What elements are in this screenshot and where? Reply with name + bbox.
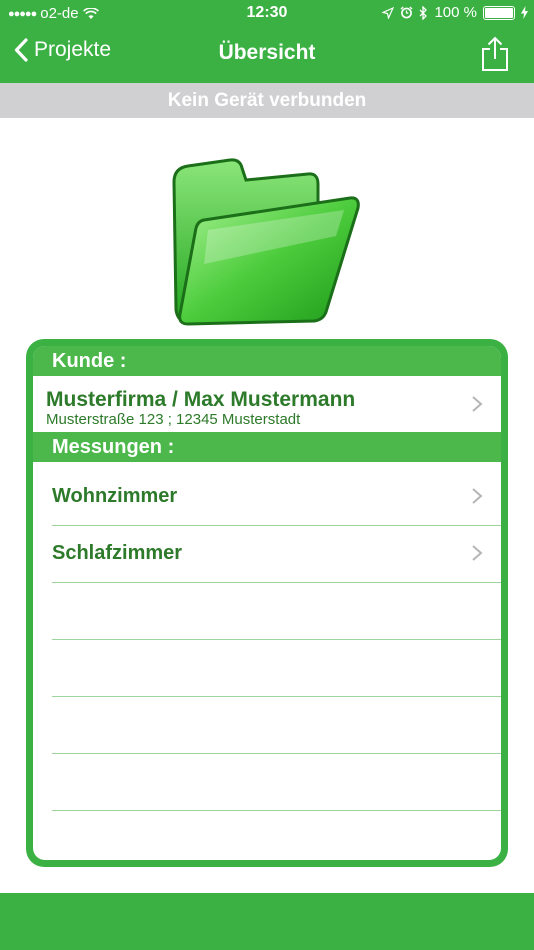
connection-status-banner: Kein Gerät verbunden [0,83,534,118]
empty-list-row [52,753,501,811]
empty-list-row [52,696,501,754]
chevron-right-icon [472,545,483,561]
share-button[interactable] [480,36,510,72]
alarm-icon [400,6,413,19]
charging-icon [521,6,528,19]
measurement-row-bedroom[interactable]: Schlafzimmer [52,525,501,583]
back-button[interactable]: Projekte [14,38,111,62]
empty-list-row [52,582,501,640]
bluetooth-icon [419,5,428,20]
measurement-label: Schlafzimmer [52,542,183,564]
battery-percent: 100 % [434,4,477,21]
measurements-section-header: Messungen : [33,432,501,462]
chevron-left-icon [14,38,28,62]
status-bar: ●●●●● o2-de 12:30 100 % [0,0,534,28]
share-icon [482,36,508,71]
customer-row[interactable]: Musterfirma / Max Mustermann Musterstraß… [33,376,501,432]
customer-section-header: Kunde : [33,346,501,376]
folder-icon [172,158,360,326]
top-bar: ●●●●● o2-de 12:30 100 % Projekte Übersic… [0,0,534,83]
navigation-bar: Projekte Übersicht [0,28,534,83]
bottom-toolbar [0,893,534,950]
empty-list-row [52,639,501,697]
card-content: Kunde : Musterfirma / Max Mustermann Mus… [33,346,501,860]
battery-icon [483,5,515,20]
back-label: Projekte [34,38,112,61]
chevron-right-icon [472,396,483,412]
customer-name: Musterfirma / Max Mustermann [46,388,356,411]
customer-address: Musterstraße 123 ; 12345 Musterstadt [46,411,301,428]
project-overview-card: Kunde : Musterfirma / Max Mustermann Mus… [26,339,508,867]
measurement-label: Wohnzimmer [52,485,178,507]
location-icon [382,6,395,19]
measurement-row-living-room[interactable]: Wohnzimmer [52,468,501,526]
chevron-right-icon [472,488,483,504]
status-right: 100 % [382,4,528,21]
empty-list-row [52,810,501,860]
